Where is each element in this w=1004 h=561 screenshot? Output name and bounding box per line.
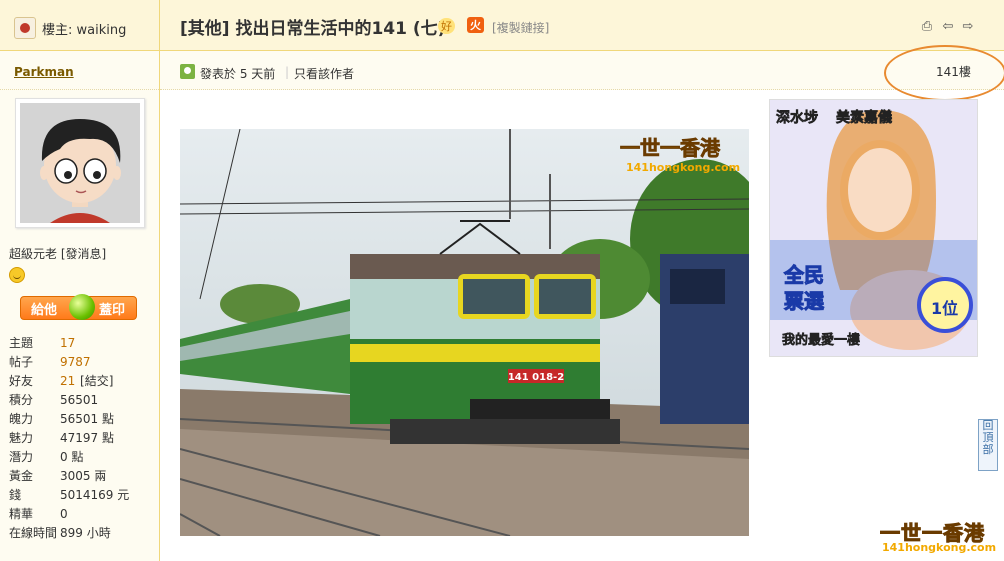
post-time: 發表於 5 天前 [200,67,276,81]
avatar-image [20,103,140,223]
ad-rank: 1位 [931,299,958,318]
thread-header: 樓主: waiking [其他] 找出日常生活中的141 (七) 好 火 [複製… [0,0,1004,51]
previous-thread-icon[interactable]: ⇦ [941,20,955,33]
good-badge: 好 [438,18,455,34]
stat-value: 47197 點 [60,431,114,445]
ad-name: 美素嘉儀 [836,109,892,126]
stat-label: 主題 [9,336,34,350]
stat-label: 帖子 [9,355,34,369]
stat-row: 潛力 0 點 [9,448,154,467]
user-rank: 超級元老 [發消息] [9,247,107,261]
ad-line1: 全民 [783,263,824,287]
annotation-circle [884,45,1004,101]
avatar[interactable] [15,98,145,228]
ad-line2: 票選 [784,289,824,313]
user-sidebar: Parkman 超級元老 [發消息] 給他 蓋印 主題 17 帖子 9787 好… [0,51,160,561]
locomotive-number: 141 018-2 [508,372,564,383]
stat-value: 899 小時 [60,526,111,540]
divider [0,89,159,90]
give-label: 給他 [31,303,58,318]
stat-label: 積分 [9,393,34,407]
print-icon[interactable]: ⎙ [920,20,934,33]
stat-value: 0 [60,507,68,521]
stamp-label: 蓋印 [99,303,126,318]
post-photo[interactable]: 141 018-2 一世一香港 141hongkong.com [180,129,749,536]
stat-row: 錢 5014169 元 [9,486,154,505]
stat-label: 黃金 [9,469,34,483]
stat-value[interactable]: 17 [60,334,75,353]
green-ball-icon [69,294,95,320]
stat-label: 錢 [9,488,22,502]
owner-icon [14,17,36,39]
photo-watermark: 一世一香港 [620,136,721,160]
copy-link-button[interactable]: [複製鏈接] [492,19,549,36]
stat-value: 3005 兩 [60,469,107,483]
owner-panel: 樓主: waiking [0,0,160,50]
stat-value[interactable]: 21 [60,372,75,391]
stat-row: 積分 56501 [9,391,154,410]
stat-extra: [結交] [80,374,114,388]
stat-label: 好友 [9,374,34,388]
stat-label: 魄力 [9,412,34,426]
corner-watermark-url: 141hongkong.com [882,541,997,554]
ad-bottom-text: 我的最愛一樓 [782,332,860,348]
stat-label: 在線時間 [9,526,58,540]
stat-row: 主題 17 [9,334,154,353]
stat-value[interactable]: 9787 [60,353,91,372]
stat-row: 在線時間 899 小時 [9,524,154,543]
next-thread-icon[interactable]: ⇨ [961,20,975,33]
stat-label: 魅力 [9,431,34,445]
photo-watermark-url: 141hongkong.com [626,161,740,174]
give-stamp-button[interactable]: 給他 蓋印 [20,294,137,320]
separator: | [285,65,290,79]
user-stats: 主題 17 帖子 9787 好友 21 [結交] 積分 56501 魄力 56501 點魅力 4719… [9,334,154,543]
stat-label: 精華 [9,507,34,521]
stat-value: 56501 [60,393,99,407]
send-message-link[interactable]: 發消息 [66,247,102,261]
advertisement[interactable]: 深水埗 美素嘉儀 全民 票選 1位 我的最愛一樓 [769,99,978,357]
smiley-icon [9,267,25,283]
thread-title: [其他] 找出日常生活中的141 (七) [180,19,446,39]
add-friend-link[interactable]: 結交 [85,374,109,388]
stat-row: 魄力 56501 點 [9,410,154,429]
back-to-top-button[interactable]: 回頂部 [978,419,998,471]
ad-location: 深水埗 [776,109,818,126]
stat-row: 好友 21 [結交] [9,372,154,391]
stat-label: 潛力 [9,450,34,464]
rank-label: 超級元老 [9,247,58,261]
stat-row: 精華 0 [9,505,154,524]
stat-value: 56501 點 [60,412,114,426]
corner-watermark: 一世一香港 141hongkong.com [880,517,997,555]
hot-badge: 火 [467,17,484,33]
only-author-link[interactable]: 只看該作者 [294,65,354,82]
owner-label: 樓主: waiking [42,23,127,38]
stat-value: 0 點 [60,450,84,464]
username-link[interactable]: Parkman [14,65,74,79]
stat-row: 魅力 47197 點 [9,429,154,448]
stat-row: 帖子 9787 [9,353,154,372]
stat-value: 5014169 元 [60,488,130,502]
post-author-icon [180,64,195,79]
stat-row: 黃金 3005 兩 [9,467,154,486]
